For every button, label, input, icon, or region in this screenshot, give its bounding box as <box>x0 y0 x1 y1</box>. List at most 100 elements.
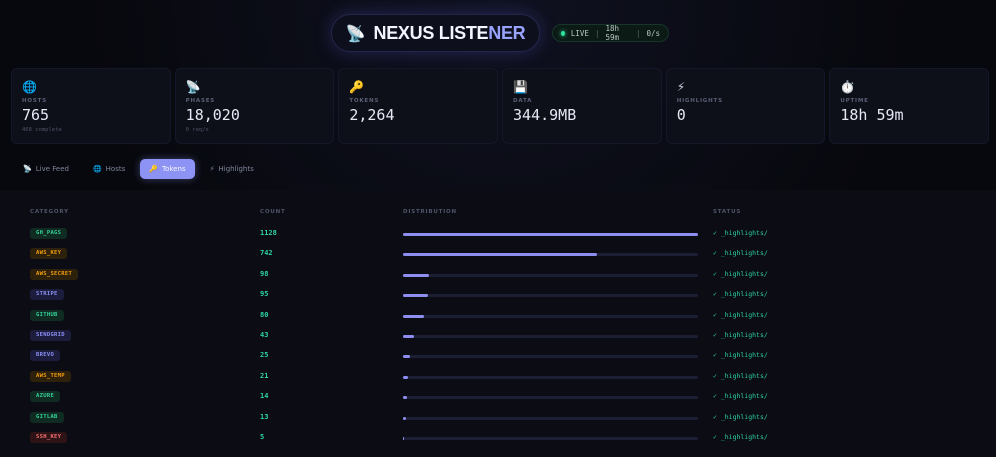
status-link[interactable]: ✓ _highlights/ <box>713 229 768 237</box>
status-link[interactable]: ✓ _highlights/ <box>713 331 768 339</box>
table-row[interactable]: GITHUB 80 ✓ _highlights/ <box>0 306 996 326</box>
token-count: 43 <box>260 331 269 339</box>
distribution-bar <box>403 314 698 318</box>
brand-title: NEXUS LISTENER <box>373 22 526 43</box>
table-row[interactable]: GITLAB 13 ✓ _highlights/ <box>0 408 996 428</box>
table-row[interactable]: AWS_TEMP 21 ✓ _highlights/ <box>0 367 996 387</box>
stat-value: 2,264 <box>349 106 395 124</box>
header: 📡 NEXUS LISTENER LIVE | 18h 59m | 0/s <box>0 14 996 54</box>
header-uptime: 18h 59m <box>605 24 619 42</box>
table-row[interactable]: STRIPE 95 ✓ _highlights/ <box>0 285 996 305</box>
stat-subtext: 468 complete <box>22 127 62 133</box>
distribution-bar-fill <box>403 233 698 236</box>
category-badge: AZURE <box>30 391 61 403</box>
distribution-bar <box>403 273 698 277</box>
category-badge: BREVO <box>30 350 61 362</box>
token-count: 21 <box>260 371 269 380</box>
token-count: 5 <box>260 433 265 441</box>
floppy-disk-icon: 💾 <box>513 80 528 94</box>
table-row[interactable]: BREVO 25 ✓ _highlights/ <box>0 346 996 366</box>
category-badge: AWS_SECRET <box>30 268 79 280</box>
stopwatch-icon: ⏱️ <box>840 80 856 94</box>
tab-label: Live Feed <box>35 165 69 173</box>
tab-icon: 📡 <box>23 165 32 173</box>
table-row[interactable]: SSH_KEY 5 ✓ _highlights/ <box>0 428 996 448</box>
stat-card-tokens: 🔑 TOKENS 2,264 <box>338 68 499 144</box>
stat-label: HIGHLIGHTS <box>676 98 723 104</box>
stat-subtext: 0 req/s <box>185 127 209 133</box>
brand-logo: 📡 NEXUS LISTENER <box>331 14 540 52</box>
status-link[interactable]: ✓ _highlights/ <box>713 433 768 441</box>
globe-icon: 🌐 <box>22 80 37 94</box>
distribution-bar-fill <box>403 416 407 420</box>
token-count: 80 <box>260 310 269 319</box>
table-header: CATEGORY COUNT DISTRIBUTION STATUS <box>0 209 996 219</box>
category-badge: AWS_TEMP <box>30 370 71 382</box>
table-row[interactable]: GH_PAGS 1128 ✓ _highlights/ <box>0 224 996 244</box>
token-count: 1128 <box>260 229 277 237</box>
lightning-icon: ⚡ <box>676 80 686 94</box>
category-badge: STRIPE <box>30 289 64 301</box>
distribution-bar-fill <box>403 437 405 440</box>
distribution-bar <box>403 233 698 236</box>
stat-card-data: 💾 DATA 344.9MB <box>502 68 662 144</box>
stat-label: DATA <box>513 98 533 104</box>
key-icon: 🔑 <box>349 80 365 94</box>
stat-label: UPTIME <box>840 98 869 104</box>
column-header-distribution: DISTRIBUTION <box>403 209 457 215</box>
token-count: 14 <box>260 392 269 401</box>
stat-value: 18,020 <box>185 106 240 124</box>
distribution-bar-fill <box>403 314 424 318</box>
distribution-bar <box>403 355 698 359</box>
tab-icon: 🌐 <box>92 165 102 173</box>
table-row[interactable]: AWS_KEY 742 ✓ _highlights/ <box>0 244 996 264</box>
tab-hosts[interactable]: 🌐 Hosts <box>84 159 134 179</box>
distribution-bar <box>403 335 698 338</box>
tab-highlights[interactable]: ⚡ Highlights <box>201 159 263 179</box>
stat-card-phases: 📡 PHASES 18,020 0 req/s <box>174 68 335 144</box>
token-count: 13 <box>260 412 269 421</box>
distribution-bar-fill <box>403 396 407 400</box>
live-status-pill: LIVE | 18h 59m | 0/s <box>552 24 669 42</box>
category-badge: SSH_KEY <box>30 432 68 443</box>
stat-card-hosts: 🌐 HOSTS 765 468 complete <box>11 68 171 144</box>
stat-value: 344.9MB <box>513 106 577 124</box>
header-rate: 0/s <box>646 28 660 38</box>
status-link[interactable]: ✓ _highlights/ <box>713 290 768 298</box>
distribution-bar <box>403 375 698 379</box>
distribution-bar <box>403 416 698 420</box>
distribution-bar <box>403 294 698 298</box>
stat-value: 0 <box>676 106 686 124</box>
satellite-icon: 📡 <box>345 23 366 43</box>
distribution-bar-fill <box>403 335 415 338</box>
table-row[interactable]: AZURE 14 ✓ _highlights/ <box>0 387 996 407</box>
stat-value: 765 <box>22 106 50 124</box>
status-link[interactable]: ✓ _highlights/ <box>713 351 768 359</box>
table-row[interactable]: SENDGRID 43 ✓ _highlights/ <box>0 326 996 346</box>
status-link[interactable]: ✓ _highlights/ <box>713 413 768 421</box>
stat-label: HOSTS <box>22 98 47 104</box>
category-badge: GITHUB <box>30 309 64 321</box>
status-link[interactable]: ✓ _highlights/ <box>713 311 768 319</box>
stat-label: TOKENS <box>349 98 380 104</box>
status-link[interactable]: ✓ _highlights/ <box>713 372 768 380</box>
tab-icon: ⚡ <box>209 165 215 173</box>
token-count: 25 <box>260 351 269 360</box>
table-row[interactable]: AWS_SECRET 98 ✓ _highlights/ <box>0 265 996 285</box>
distribution-bar <box>403 396 698 400</box>
distribution-bar-fill <box>403 253 598 257</box>
app-window: 📡 NEXUS LISTENER LIVE | 18h 59m | 0/s 🌐 H… <box>0 0 996 457</box>
column-header-count: COUNT <box>260 209 286 215</box>
live-label: LIVE <box>570 28 589 38</box>
satellite-icon: 📡 <box>185 80 201 94</box>
tab-live-feed[interactable]: 📡 Live Feed <box>14 159 78 179</box>
status-link[interactable]: ✓ _highlights/ <box>713 249 768 257</box>
status-link[interactable]: ✓ _highlights/ <box>713 392 768 400</box>
category-badge: GITLAB <box>30 411 64 423</box>
column-header-status: STATUS <box>713 209 742 215</box>
tab-tokens[interactable]: 🔑 Tokens <box>140 159 195 179</box>
status-link[interactable]: ✓ _highlights/ <box>713 270 768 278</box>
stat-card-uptime: ⏱️ UPTIME 18h 59m <box>829 68 990 144</box>
tab-icon: 🔑 <box>149 165 158 173</box>
distribution-bar-fill <box>403 355 410 359</box>
